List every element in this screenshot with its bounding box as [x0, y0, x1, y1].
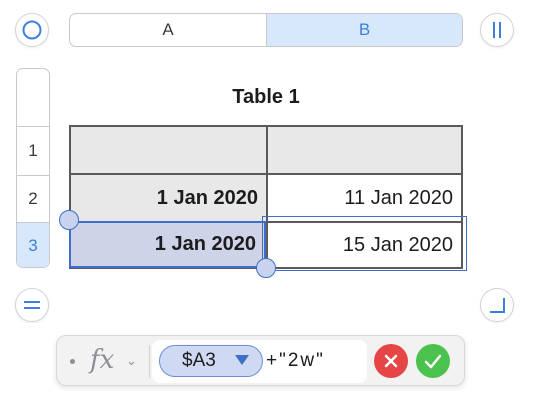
row-handle-button[interactable]: [15, 288, 49, 322]
caret-down-icon[interactable]: [235, 355, 249, 365]
column-header-bar: A B: [69, 13, 463, 47]
column-handle-button[interactable]: [480, 13, 514, 47]
x-icon: [384, 354, 398, 368]
accept-button[interactable]: [416, 344, 450, 378]
corner-icon: [490, 298, 505, 313]
editing-cell-outline: [262, 216, 467, 271]
fx-label[interactable]: fx: [90, 345, 114, 375]
select-table-button[interactable]: [15, 13, 49, 47]
row-header-1[interactable]: 1: [17, 126, 49, 175]
cell-a1[interactable]: [71, 127, 266, 173]
table-resize-button[interactable]: [480, 288, 514, 322]
column-header-b[interactable]: B: [267, 14, 462, 46]
selection-handle-bottom-right[interactable]: [256, 258, 276, 278]
formula-bar: fx ⌄ $A3 +"2w": [56, 335, 465, 386]
chevron-down-icon[interactable]: ⌄: [126, 353, 137, 369]
cell-b2[interactable]: 11 Jan 2020: [268, 175, 461, 221]
column-header-a[interactable]: A: [70, 14, 267, 46]
pause-icon: [493, 22, 501, 38]
cell-a2[interactable]: 1 Jan 2020: [71, 175, 266, 221]
circle-icon: [22, 20, 42, 40]
cancel-button[interactable]: [374, 344, 408, 378]
formula-divider: [149, 345, 150, 378]
spreadsheet-canvas: A B 1 2 3 Table 1 1 Jan 2020 11 Jan 2020…: [0, 0, 536, 408]
cell-reference-token[interactable]: $A3: [159, 345, 263, 377]
cell-b1[interactable]: [268, 127, 461, 173]
row-header-2[interactable]: 2: [17, 175, 49, 222]
equals-icon: [24, 301, 40, 309]
selection-handle-top-left[interactable]: [59, 210, 79, 230]
cell-a3-value: 1 Jan 2020: [154, 233, 256, 255]
formula-input[interactable]: $A3 +"2w": [152, 340, 367, 383]
row-header-3[interactable]: 3: [17, 222, 49, 267]
drag-dot-icon[interactable]: [70, 359, 75, 364]
formula-expression[interactable]: +"2w": [266, 350, 325, 372]
checkmark-icon: [424, 354, 442, 369]
row-header-bar: 1 2 3: [16, 68, 50, 268]
referenced-cell-highlight: 1 Jan 2020: [69, 221, 266, 268]
table-title[interactable]: Table 1: [69, 86, 463, 109]
cell-reference-text: $A3: [182, 350, 216, 371]
